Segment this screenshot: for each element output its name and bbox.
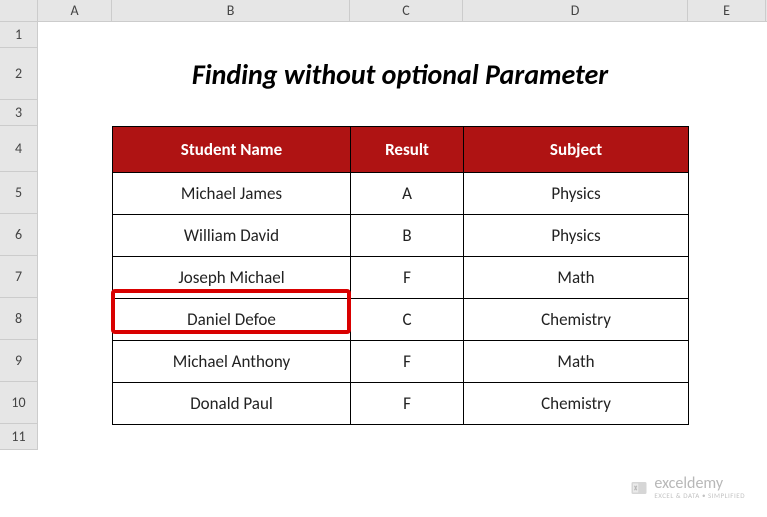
watermark-main: exceldemy [654,476,745,492]
col-header-D[interactable]: D [463,0,688,21]
title-cell[interactable]: Finding without optional Parameter [112,48,688,100]
page-title: Finding without optional Parameter [192,57,608,92]
cell-subject[interactable]: Math [464,257,689,299]
spreadsheet-grid: A B C D E 1 2 3 4 5 6 7 8 9 10 11 Findin… [0,0,767,517]
col-header-B[interactable]: B [112,0,350,21]
cell-name[interactable]: Daniel Defoe [113,299,351,341]
watermark: exceldemy EXCEL & DATA • SIMPLIFIED [630,476,745,499]
col-header-C[interactable]: C [350,0,463,21]
cell-name[interactable]: Michael James [113,173,351,215]
cell-result[interactable]: C [351,299,464,341]
cell-result[interactable]: F [351,341,464,383]
cell-result[interactable]: B [351,215,464,257]
cell-subject[interactable]: Chemistry [464,383,689,425]
watermark-sub: EXCEL & DATA • SIMPLIFIED [654,492,745,499]
excel-icon [630,479,648,497]
cell-name[interactable]: Michael Anthony [113,341,351,383]
table-row: Daniel Defoe C Chemistry [113,299,689,341]
row-header-8[interactable]: 8 [0,298,38,340]
table-row: Donald Paul F Chemistry [113,383,689,425]
row-header-10[interactable]: 10 [0,382,38,424]
table-row: Michael Anthony F Math [113,341,689,383]
row-header-5[interactable]: 5 [0,172,38,214]
header-subject[interactable]: Subject [464,127,689,173]
row-header-3[interactable]: 3 [0,100,38,126]
row-header-9[interactable]: 9 [0,340,38,382]
cell-name[interactable]: Donald Paul [113,383,351,425]
data-table: Student Name Result Subject Michael Jame… [112,126,689,425]
column-headers: A B C D E [0,0,767,22]
header-result[interactable]: Result [351,127,464,173]
row-header-6[interactable]: 6 [0,214,38,256]
row-header-7[interactable]: 7 [0,256,38,298]
cell-subject[interactable]: Chemistry [464,299,689,341]
select-all-corner[interactable] [0,0,38,22]
cell-subject[interactable]: Physics [464,173,689,215]
table-row: Michael James A Physics [113,173,689,215]
table-row: Joseph Michael F Math [113,257,689,299]
row-header-1[interactable]: 1 [0,22,38,48]
col-header-A[interactable]: A [38,0,112,21]
cell-result[interactable]: F [351,383,464,425]
col-header-E[interactable]: E [688,0,766,21]
watermark-text: exceldemy EXCEL & DATA • SIMPLIFIED [654,476,745,499]
row-header-4[interactable]: 4 [0,126,38,172]
cell-subject[interactable]: Physics [464,215,689,257]
cell-subject[interactable]: Math [464,341,689,383]
header-student-name[interactable]: Student Name [113,127,351,173]
cell-name[interactable]: William David [113,215,351,257]
cell-result[interactable]: F [351,257,464,299]
cell-result[interactable]: A [351,173,464,215]
table-header-row: Student Name Result Subject [113,127,689,173]
table-row: William David B Physics [113,215,689,257]
row-headers: 1 2 3 4 5 6 7 8 9 10 11 [0,22,38,450]
row-header-2[interactable]: 2 [0,48,38,100]
cell-name[interactable]: Joseph Michael [113,257,351,299]
row-header-11[interactable]: 11 [0,424,38,450]
